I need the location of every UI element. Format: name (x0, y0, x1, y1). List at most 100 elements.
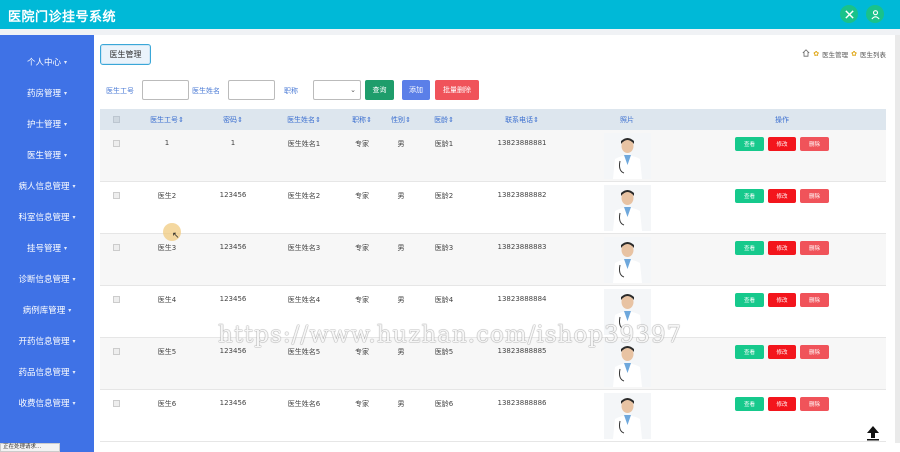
title-select[interactable]: ⌄ (313, 80, 361, 100)
col-header-id[interactable]: 医生工号⇕ (150, 115, 184, 125)
swap-icon[interactable] (840, 5, 858, 23)
doctor-name-input[interactable] (228, 80, 275, 100)
sidebar-item-pharmacy[interactable]: 药房管理 ▾ (0, 83, 94, 103)
cell-title: 专家 (355, 296, 369, 304)
view-button[interactable]: 查看 (735, 293, 764, 307)
edit-button[interactable]: 修改 (768, 345, 796, 359)
view-button[interactable]: 查看 (735, 137, 764, 151)
breadcrumb-item: 医生列表 (860, 51, 886, 59)
sidebar-item-case-library[interactable]: 病例库管理 ▾ (0, 300, 94, 320)
sidebar-item-label: 个人中心 (26, 58, 61, 68)
user-icon[interactable] (866, 5, 884, 23)
delete-button[interactable]: 删除 (800, 345, 829, 359)
chevron-down-icon: ▾ (72, 337, 76, 345)
breadcrumb-item[interactable]: 医生管理 (822, 49, 848, 59)
sidebar-item-label: 病人信息管理 (18, 182, 70, 192)
cell-age: 医龄6 (434, 400, 454, 408)
sidebar-item-diagnosis[interactable]: 诊断信息管理 ▾ (0, 269, 94, 289)
sidebar-item-patient[interactable]: 病人信息管理 ▾ (0, 176, 94, 196)
chevron-down-icon: ▾ (68, 306, 72, 314)
view-button[interactable]: 查看 (735, 345, 764, 359)
cell-phone: 13823888885 (497, 347, 547, 355)
col-header-title[interactable]: 职称⇕ (352, 115, 372, 125)
add-button[interactable]: 添加 (402, 80, 430, 100)
col-header-label: 医龄 (434, 116, 449, 124)
sidebar-item-nurse[interactable]: 护士管理 ▾ (0, 114, 94, 134)
delete-button[interactable]: 删除 (800, 137, 829, 151)
cell-password: 123456 (219, 191, 247, 199)
cell-password: 123456 (219, 347, 247, 355)
delete-button[interactable]: 删除 (800, 241, 829, 255)
sidebar-item-charge[interactable]: 收费信息管理 ▾ (0, 393, 94, 413)
sidebar-item-label: 挂号管理 (26, 244, 61, 254)
sidebar-item-label: 病例库管理 (22, 306, 66, 316)
col-header-gender[interactable]: 性别⇕ (391, 115, 411, 125)
edit-button[interactable]: 修改 (768, 241, 796, 255)
main-content: 医生管理 ✿ 医生管理 ✿ 医生列表 医生工号 医生姓名 职称 ⌄ 查询 添加 … (94, 35, 900, 452)
edit-button[interactable]: 修改 (768, 293, 796, 307)
cell-phone: 13823888881 (497, 139, 547, 147)
col-header-password[interactable]: 密码⇕ (223, 115, 243, 125)
cell-gender: 男 (397, 140, 405, 148)
sidebar-item-personal-center[interactable]: 个人中心 ▾ (0, 52, 94, 72)
col-header-label: 医生姓名 (287, 116, 316, 124)
row-checkbox[interactable] (113, 348, 120, 355)
view-button[interactable]: 查看 (735, 397, 764, 411)
delete-button[interactable]: 删除 (800, 189, 829, 203)
sidebar-item-department[interactable]: 科室信息管理 ▾ (0, 207, 94, 227)
doctor-id-input[interactable] (142, 80, 189, 100)
scrollbar[interactable] (895, 35, 900, 443)
edit-button[interactable]: 修改 (768, 397, 796, 411)
cell-password: 123456 (219, 295, 247, 303)
table-row: 医生3 123456 医生姓名3 专家 男 医龄3 13823888883 查看 修改 删除 (100, 234, 886, 286)
select-all-checkbox[interactable] (113, 116, 120, 123)
chevron-down-icon: ▾ (64, 120, 68, 128)
row-checkbox[interactable] (113, 192, 120, 199)
view-button[interactable]: 查看 (735, 241, 764, 255)
delete-button[interactable]: 删除 (800, 397, 829, 411)
sidebar-item-medicine[interactable]: 药品信息管理 ▾ (0, 362, 94, 382)
sidebar-item-doctor[interactable]: 医生管理 ▾ (0, 145, 94, 165)
doctor-photo (604, 133, 651, 179)
chevron-down-icon: ▾ (72, 275, 76, 283)
cell-doctor-id: 医生5 (157, 348, 177, 356)
cell-doctor-name: 医生姓名1 (287, 140, 321, 148)
query-button[interactable]: 查询 (365, 80, 394, 100)
breadcrumb: ✿ 医生管理 ✿ 医生列表 (802, 49, 886, 59)
cell-phone: 13823888886 (497, 399, 547, 407)
app-title: 医院门诊挂号系统 (8, 10, 117, 25)
cell-doctor-id: 医生3 (157, 244, 177, 252)
cell-age: 医龄1 (434, 140, 454, 148)
cell-phone: 13823888884 (497, 295, 547, 303)
col-header-actions: 操作 (775, 116, 789, 124)
row-checkbox[interactable] (113, 244, 120, 251)
cell-title: 专家 (355, 140, 369, 148)
sidebar-item-label: 收费信息管理 (18, 399, 70, 409)
cell-doctor-name: 医生姓名4 (287, 296, 321, 304)
cell-gender: 男 (397, 348, 405, 356)
cell-age: 医龄2 (434, 192, 454, 200)
col-header-name[interactable]: 医生姓名⇕ (287, 115, 321, 125)
cell-age: 医龄5 (434, 348, 454, 356)
row-checkbox[interactable] (113, 296, 120, 303)
edit-button[interactable]: 修改 (768, 137, 796, 151)
cell-phone: 13823888883 (497, 243, 547, 251)
sidebar-item-registration[interactable]: 挂号管理 ▾ (0, 238, 94, 258)
batch-delete-button[interactable]: 批量删除 (435, 80, 479, 100)
tab-doctor-management[interactable]: 医生管理 (100, 44, 151, 65)
cell-gender: 男 (397, 296, 405, 304)
sidebar-item-prescription[interactable]: 开药信息管理 ▾ (0, 331, 94, 351)
col-header-phone[interactable]: 联系电话⇕ (505, 115, 539, 125)
row-checkbox[interactable] (113, 400, 120, 407)
row-checkbox[interactable] (113, 140, 120, 147)
sidebar-item-label: 诊断信息管理 (18, 275, 70, 285)
col-header-age[interactable]: 医龄⇕ (434, 115, 454, 125)
chevron-down-icon: ▾ (72, 399, 76, 407)
delete-button[interactable]: 删除 (800, 293, 829, 307)
chevron-down-icon: ▾ (72, 182, 76, 190)
view-button[interactable]: 查看 (735, 189, 764, 203)
back-to-top-icon[interactable] (864, 423, 882, 441)
doctor-photo (604, 237, 651, 283)
home-icon[interactable] (802, 49, 810, 59)
edit-button[interactable]: 修改 (768, 189, 796, 203)
